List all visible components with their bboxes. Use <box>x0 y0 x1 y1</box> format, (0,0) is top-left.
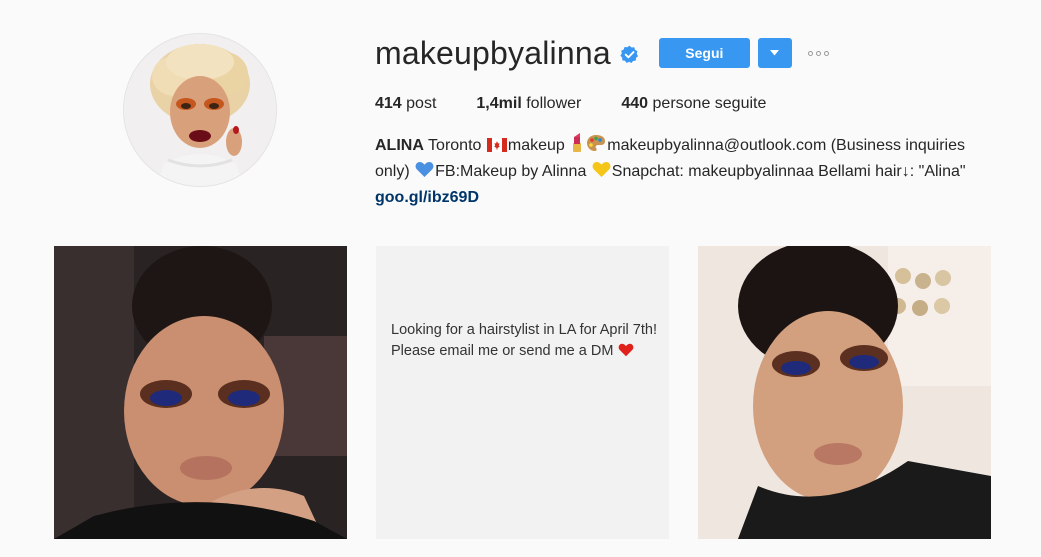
posts-label: post <box>406 95 437 112</box>
follow-button[interactable]: Segui <box>658 38 750 68</box>
more-dot <box>807 50 813 56</box>
followers-stat[interactable]: 1,4mil follower <box>476 93 581 115</box>
posts-count: 414 <box>375 95 402 112</box>
text-post-content: Looking for a hairstylist in LA for Apri… <box>391 320 657 362</box>
posts-grid: Looking for a hairstylist in LA for Apri… <box>54 246 991 539</box>
canada-flag-icon <box>486 136 507 160</box>
text-post-line2-row: Please email me or send me a DM <box>391 341 657 362</box>
bio-fb: FB:Makeup by Alinna <box>435 163 587 180</box>
caret-down-icon <box>770 50 780 56</box>
text-post-line2: Please email me or send me a DM <box>391 343 614 359</box>
more-dot <box>815 50 821 56</box>
post-thumbnail[interactable] <box>54 246 347 539</box>
text-post-line1: Looking for a hairstylist in LA for Apri… <box>391 322 657 338</box>
lipstick-icon <box>570 132 584 160</box>
blue-heart-icon <box>415 161 434 186</box>
text-post-thumbnail[interactable]: Looking for a hairstylist in LA for Apri… <box>376 246 669 539</box>
posts-stat: 414 post <box>375 93 436 115</box>
title-row: makeupbyalinna Segui <box>375 30 1015 76</box>
suggestions-dropdown-button[interactable] <box>757 38 792 68</box>
bio-link[interactable]: goo.gl/ibz69D <box>375 186 995 210</box>
profile-page: makeupbyalinna Segui 414 post 1,4mil fol… <box>0 0 1041 557</box>
verified-badge-icon <box>620 45 639 64</box>
bio-snap: Snapchat: makeupbyalinnaa Bellami hair↓:… <box>611 163 966 180</box>
following-stat[interactable]: 440 persone seguite <box>621 93 766 115</box>
followers-label: follower <box>526 95 582 112</box>
palette-icon <box>586 134 606 160</box>
bio-part1: makeup <box>507 137 565 154</box>
more-options-icon[interactable] <box>807 38 829 68</box>
bio-name: ALINA <box>375 137 424 154</box>
following-label: persone seguite <box>652 95 767 112</box>
following-count: 440 <box>621 95 649 112</box>
profile-stats: 414 post 1,4mil follower 440 persone seg… <box>375 93 1015 115</box>
red-heart-icon <box>618 343 634 357</box>
profile-bio: ALINA Toronto makeup makeupbyalinna@outl… <box>375 132 995 210</box>
username: makeupbyalinna <box>375 35 611 71</box>
followers-count: 1,4mil <box>476 95 522 112</box>
profile-info: makeupbyalinna Segui 414 post 1,4mil fol… <box>375 30 1015 210</box>
post-thumbnail[interactable] <box>698 246 991 539</box>
bio-city: Toronto <box>428 137 482 154</box>
yellow-heart-icon <box>592 161 611 186</box>
more-dot <box>823 50 829 56</box>
profile-avatar[interactable] <box>123 33 277 187</box>
